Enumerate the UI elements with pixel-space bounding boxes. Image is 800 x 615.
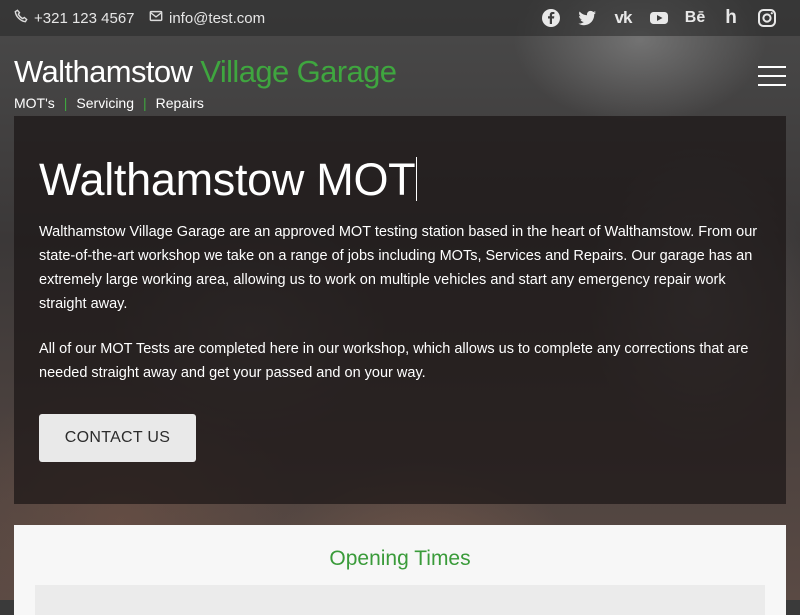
logo-title: Walthamstow Village Garage xyxy=(14,54,397,89)
social-links: vk Bē h xyxy=(540,7,778,29)
text-cursor xyxy=(416,157,418,201)
twitter-icon[interactable] xyxy=(576,7,598,29)
phone-icon xyxy=(14,9,28,27)
phone-number: +321 123 4567 xyxy=(34,9,135,27)
facebook-icon[interactable] xyxy=(540,7,562,29)
hero-panel: Walthamstow MOT Walthamstow Village Gara… xyxy=(14,116,786,504)
email-address: info@test.com xyxy=(169,9,266,27)
opening-times-row xyxy=(35,585,765,615)
phone-contact[interactable]: +321 123 4567 xyxy=(14,9,135,27)
behance-icon[interactable]: Bē xyxy=(684,7,706,29)
envelope-icon xyxy=(149,9,163,27)
youtube-icon[interactable] xyxy=(648,7,670,29)
contact-us-button[interactable]: CONTACT US xyxy=(39,414,196,462)
site-logo[interactable]: Walthamstow Village Garage MOT's | Servi… xyxy=(14,52,397,111)
instagram-icon[interactable] xyxy=(756,7,778,29)
opening-times-section: Opening Times xyxy=(14,525,786,615)
logo-tagline: MOT's | Servicing | Repairs xyxy=(14,95,204,111)
vk-icon[interactable]: vk xyxy=(612,7,634,29)
mot-paragraph: All of our MOT Tests are completed here … xyxy=(39,341,749,381)
email-contact[interactable]: info@test.com xyxy=(149,9,265,27)
top-bar: +321 123 4567 info@test.com vk Bē h xyxy=(0,0,800,36)
page-title: Walthamstow MOT xyxy=(39,154,418,205)
menu-hamburger-icon[interactable] xyxy=(758,66,786,86)
houzz-icon[interactable]: h xyxy=(720,7,742,29)
intro-paragraph: Walthamstow Village Garage are an approv… xyxy=(39,224,758,312)
opening-times-title: Opening Times xyxy=(329,547,471,570)
